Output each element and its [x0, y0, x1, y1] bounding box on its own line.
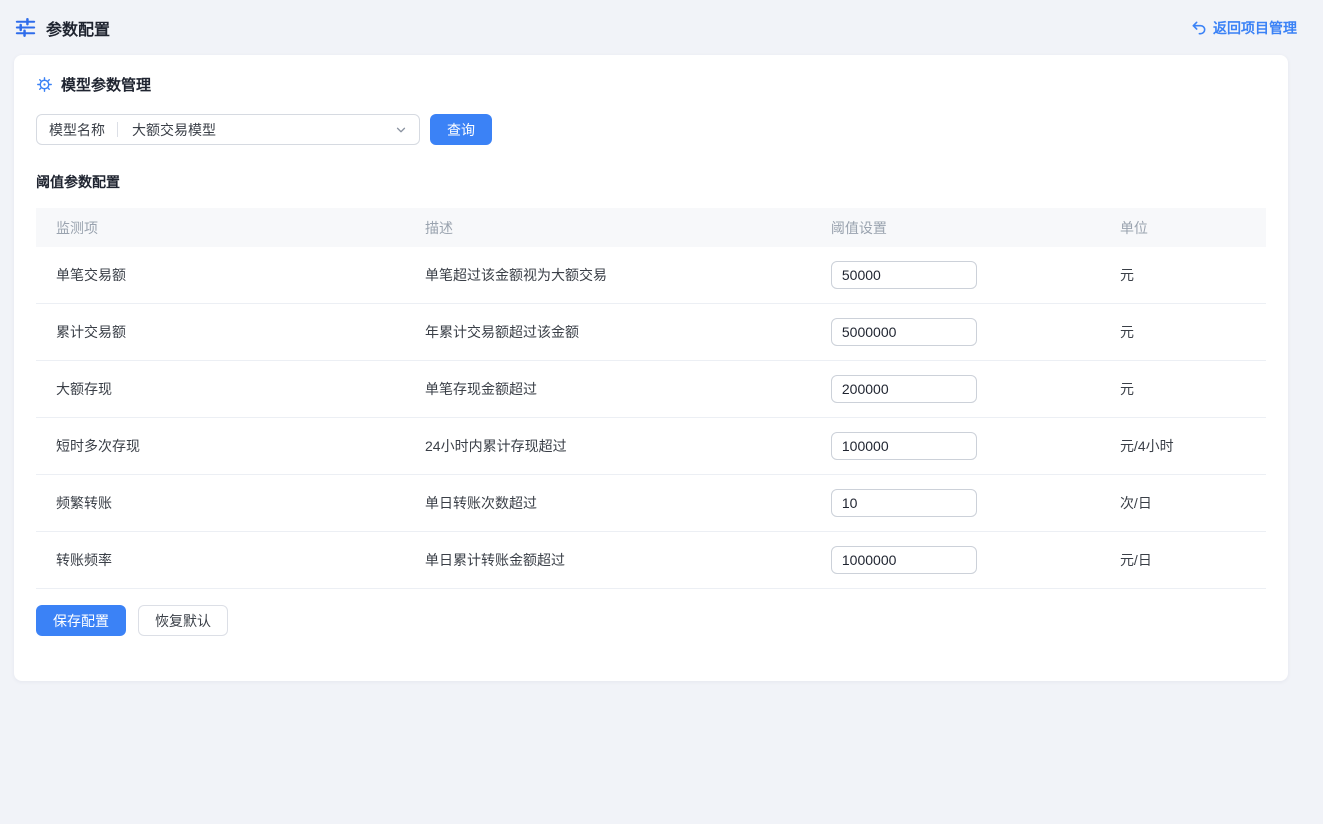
- undo-icon: [1191, 20, 1207, 36]
- monitor-item-cell: 累计交易额: [36, 304, 405, 361]
- threshold-value-input[interactable]: [831, 432, 977, 460]
- unit-cell: 元/日: [1100, 532, 1266, 589]
- monitor-item-cell: 转账频率: [36, 532, 405, 589]
- description-cell: 24小时内累计存现超过: [405, 418, 811, 475]
- description-cell: 单笔超过该金额视为大额交易: [405, 247, 811, 304]
- model-name-select[interactable]: 模型名称 大额交易模型: [36, 114, 420, 145]
- page-title: 参数配置: [46, 16, 110, 40]
- back-to-projects-link[interactable]: 返回项目管理: [1191, 18, 1297, 38]
- threshold-cell: [811, 247, 1100, 304]
- table-row: 大额存现 单笔存现金额超过 元: [36, 361, 1266, 418]
- threshold-section-title: 阈值参数配置: [36, 172, 1266, 192]
- restore-defaults-button[interactable]: 恢复默认: [138, 605, 228, 636]
- chevron-down-icon: [394, 123, 419, 137]
- threshold-value-input[interactable]: [831, 546, 977, 574]
- monitor-item-cell: 单笔交易额: [36, 247, 405, 304]
- threshold-value-input[interactable]: [831, 318, 977, 346]
- gear-icon: [36, 76, 53, 93]
- table-row: 单笔交易额 单笔超过该金额视为大额交易 元: [36, 247, 1266, 304]
- threshold-cell: [811, 304, 1100, 361]
- model-name-label: 模型名称: [37, 120, 117, 140]
- threshold-value-input[interactable]: [831, 489, 977, 517]
- unit-cell: 元: [1100, 304, 1266, 361]
- table-row: 频繁转账 单日转账次数超过 次/日: [36, 475, 1266, 532]
- column-header-unit: 单位: [1100, 208, 1266, 247]
- query-row: 模型名称 大额交易模型 查询: [36, 114, 1266, 145]
- description-cell: 年累计交易额超过该金额: [405, 304, 811, 361]
- threshold-cell: [811, 532, 1100, 589]
- threshold-cell: [811, 418, 1100, 475]
- top-header: 参数配置 返回项目管理: [0, 0, 1323, 55]
- threshold-value-input[interactable]: [831, 261, 977, 289]
- unit-cell: 次/日: [1100, 475, 1266, 532]
- model-parameter-card: 模型参数管理 模型名称 大额交易模型 查询 阈值参数配置 监测项 描述 阈值设置…: [14, 55, 1288, 681]
- table-row: 转账频率 单日累计转账金额超过 元/日: [36, 532, 1266, 589]
- monitor-item-cell: 短时多次存现: [36, 418, 405, 475]
- table-row: 短时多次存现 24小时内累计存现超过 元/4小时: [36, 418, 1266, 475]
- table-row: 累计交易额 年累计交易额超过该金额 元: [36, 304, 1266, 361]
- threshold-cell: [811, 361, 1100, 418]
- panel-title-row: 模型参数管理: [36, 74, 1266, 95]
- description-cell: 单日转账次数超过: [405, 475, 811, 532]
- unit-cell: 元: [1100, 247, 1266, 304]
- threshold-value-input[interactable]: [831, 375, 977, 403]
- save-config-button[interactable]: 保存配置: [36, 605, 126, 636]
- threshold-cell: [811, 475, 1100, 532]
- panel-title: 模型参数管理: [61, 74, 151, 95]
- column-header-item: 监测项: [36, 208, 405, 247]
- actions-row: 保存配置 恢复默认: [36, 605, 1266, 636]
- monitor-item-cell: 大额存现: [36, 361, 405, 418]
- monitor-item-cell: 频繁转账: [36, 475, 405, 532]
- query-button[interactable]: 查询: [430, 114, 492, 145]
- back-link-label: 返回项目管理: [1213, 18, 1297, 38]
- description-cell: 单笔存现金额超过: [405, 361, 811, 418]
- model-name-selected-value: 大额交易模型: [118, 120, 394, 140]
- unit-cell: 元: [1100, 361, 1266, 418]
- threshold-table: 监测项 描述 阈值设置 单位 单笔交易额 单笔超过该金额视为大额交易 元 累计交…: [36, 208, 1266, 589]
- column-header-value: 阈值设置: [811, 208, 1100, 247]
- table-header: 监测项 描述 阈值设置 单位: [36, 208, 1266, 247]
- header-left: 参数配置: [14, 16, 110, 40]
- unit-cell: 元/4小时: [1100, 418, 1266, 475]
- description-cell: 单日累计转账金额超过: [405, 532, 811, 589]
- table-body: 单笔交易额 单笔超过该金额视为大额交易 元 累计交易额 年累计交易额超过该金额 …: [36, 247, 1266, 589]
- sliders-icon: [14, 16, 37, 39]
- column-header-desc: 描述: [405, 208, 811, 247]
